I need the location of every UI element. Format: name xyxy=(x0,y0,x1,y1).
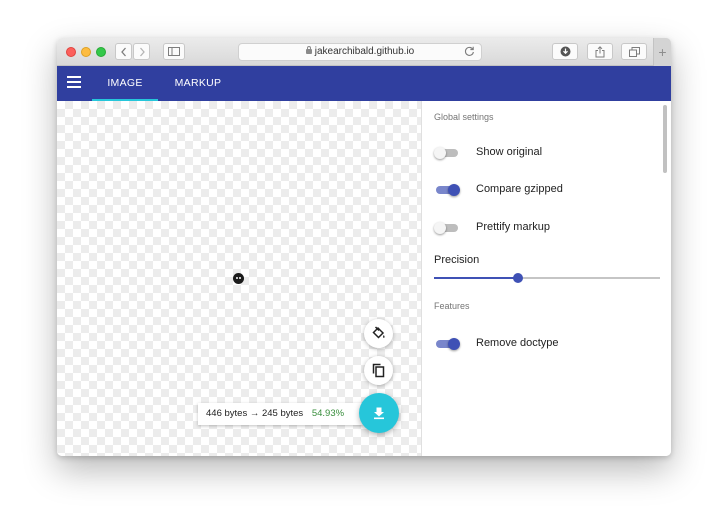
toggle-show-original[interactable]: Show original xyxy=(434,144,654,162)
hamburger-menu-icon[interactable] xyxy=(67,76,81,90)
minimize-window-button[interactable] xyxy=(81,47,91,57)
optimized-size: 245 bytes xyxy=(261,408,304,419)
paint-bucket-icon xyxy=(372,326,385,339)
precision-label: Precision xyxy=(434,254,480,266)
global-settings-heading: Global settings xyxy=(434,112,494,122)
chevron-left-icon xyxy=(120,47,126,56)
image-preview-canvas[interactable]: 446 bytes → 245 bytes 54.93% xyxy=(57,101,421,456)
back-button[interactable] xyxy=(115,43,132,60)
tabs-overview-button[interactable] xyxy=(621,43,647,60)
precision-slider[interactable] xyxy=(434,273,660,283)
new-tab-button[interactable]: + xyxy=(653,38,671,66)
size-results: 446 bytes → 245 bytes 54.93% xyxy=(198,403,363,425)
toggle-prettify-markup[interactable]: Prettify markup xyxy=(434,219,654,237)
preview-image xyxy=(233,273,244,284)
download-button[interactable] xyxy=(359,393,399,433)
forward-button[interactable] xyxy=(133,43,150,60)
prettify-markup-label: Prettify markup xyxy=(476,221,550,233)
background-toggle-button[interactable] xyxy=(364,319,393,348)
features-heading: Features xyxy=(434,301,470,311)
remove-doctype-switch[interactable] xyxy=(434,338,460,350)
tab-image[interactable]: IMAGE xyxy=(92,66,158,101)
copy-button[interactable] xyxy=(364,356,393,385)
download-icon xyxy=(374,407,384,420)
arrow-symbol: → xyxy=(249,408,260,419)
savings-percent: 54.93% xyxy=(311,408,345,419)
close-window-button[interactable] xyxy=(66,47,76,57)
toggle-compare-gzipped[interactable]: Compare gzipped xyxy=(434,181,654,199)
share-icon xyxy=(595,45,605,57)
downloads-button[interactable] xyxy=(552,43,578,60)
reload-icon[interactable] xyxy=(464,46,475,57)
toggle-remove-doctype[interactable]: Remove doctype xyxy=(434,335,654,353)
copy-icon xyxy=(372,363,385,378)
compare-gzipped-switch[interactable] xyxy=(434,184,460,196)
sidebar-icon xyxy=(168,47,180,56)
show-original-switch[interactable] xyxy=(434,147,459,159)
browser-titlebar: jakearchibald.github.io + xyxy=(57,38,671,66)
tab-markup[interactable]: MARKUP xyxy=(168,66,228,101)
url-label: jakearchibald.github.io xyxy=(314,46,415,57)
compare-gzipped-label: Compare gzipped xyxy=(476,183,563,195)
show-original-label: Show original xyxy=(476,146,543,158)
tabs-icon xyxy=(628,46,640,57)
precision-slider-thumb[interactable] xyxy=(513,273,523,283)
address-bar[interactable]: jakearchibald.github.io xyxy=(238,43,482,61)
lock-icon xyxy=(305,46,312,54)
chevron-right-icon xyxy=(139,47,145,56)
precision-slider-fill xyxy=(434,277,518,279)
remove-doctype-label: Remove doctype xyxy=(476,337,559,349)
sidebar-toggle-button[interactable] xyxy=(163,43,185,60)
original-size: 446 bytes xyxy=(206,408,248,419)
prettify-markup-switch[interactable] xyxy=(434,222,459,234)
app-bar: IMAGE MARKUP xyxy=(57,66,671,101)
panel-scrollbar[interactable] xyxy=(663,105,667,173)
address-text: jakearchibald.github.io xyxy=(239,44,481,60)
share-button[interactable] xyxy=(587,43,613,60)
browser-window: jakearchibald.github.io + IMAGE MARKUP 4… xyxy=(57,38,671,456)
settings-panel: Global settings Show original Compare gz… xyxy=(421,101,671,456)
zoom-window-button[interactable] xyxy=(96,47,106,57)
download-circle-icon xyxy=(560,46,570,57)
